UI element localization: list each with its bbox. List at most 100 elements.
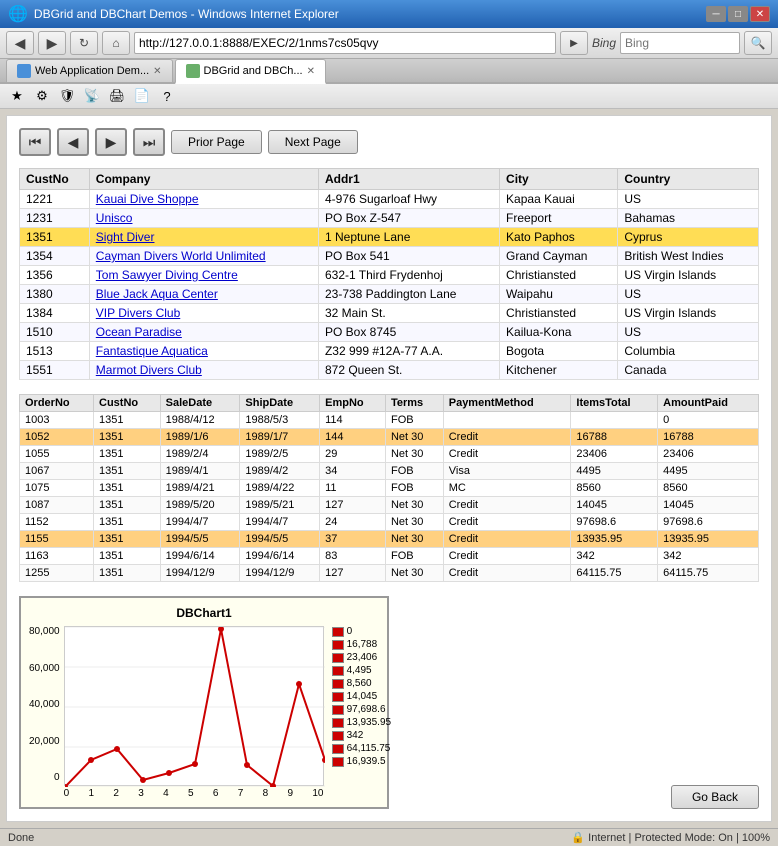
company-cell: Blue Jack Aqua Center (89, 285, 318, 304)
amountpaid-cell: 13935.95 (658, 531, 759, 548)
legend-item: 342 (332, 730, 392, 741)
x-label-4: 4 (163, 788, 169, 799)
go-back-button[interactable]: Go Back (671, 785, 759, 809)
city-cell: Kitchener (500, 361, 618, 380)
x-label-3: 3 (138, 788, 144, 799)
legend-item: 16,788 (332, 639, 392, 650)
company-link[interactable]: Unisco (96, 211, 133, 225)
addr1-cell: PO Box Z-547 (318, 209, 499, 228)
next-page-button-arrow[interactable]: ▶ (95, 128, 127, 156)
forward-button[interactable]: ▶ (38, 31, 66, 55)
orderno-cell: 1055 (20, 446, 94, 463)
order-row: 1152 1351 1994/4/7 1994/4/7 24 Net 30 Cr… (20, 514, 759, 531)
saledate-cell: 1989/4/1 (160, 463, 240, 480)
prev-page-button[interactable]: ◀ (57, 128, 89, 156)
city-cell: Christiansted (500, 304, 618, 323)
saledate-cell: 1988/4/12 (160, 412, 240, 429)
saledate-cell: 1994/12/9 (160, 565, 240, 582)
address-bar[interactable] (134, 32, 556, 54)
first-page-button[interactable]: ⏮ (19, 128, 51, 156)
company-link[interactable]: Kauai Dive Shoppe (96, 192, 199, 206)
company-link[interactable]: Sight Diver (96, 230, 155, 244)
legend-item: 14,045 (332, 691, 392, 702)
addr1-cell: 632-1 Third Frydenhoj (318, 266, 499, 285)
saledate-cell: 1989/2/4 (160, 446, 240, 463)
tab-close-dbgrid[interactable]: ✕ (307, 66, 315, 77)
search-button[interactable]: 🔍 (744, 31, 772, 55)
y-label-1: 60,000 (29, 663, 60, 674)
chart-point-10 (322, 757, 325, 763)
company-link[interactable]: Marmot Divers Club (96, 363, 202, 377)
customer-row: 1351 Sight Diver 1 Neptune Lane Kato Pap… (20, 228, 759, 247)
go-button[interactable]: ▶ (560, 31, 588, 55)
prior-page-button[interactable]: Prior Page (171, 130, 262, 154)
legend-value: 97,698.6 (347, 704, 386, 715)
col-country: Country (618, 169, 759, 190)
orders-table: OrderNo CustNo SaleDate ShipDate EmpNo T… (19, 394, 759, 582)
last-page-button[interactable]: ⏭ (133, 128, 165, 156)
minimize-button[interactable]: ─ (706, 6, 726, 22)
home-button[interactable]: ⌂ (102, 31, 130, 55)
custno-ord-cell: 1351 (94, 412, 161, 429)
close-button[interactable]: ✕ (750, 6, 770, 22)
custno-cell: 1231 (20, 209, 90, 228)
col-custno-ord: CustNo (94, 395, 161, 412)
shipdate-cell: 1989/2/5 (240, 446, 320, 463)
terms-cell: FOB (385, 463, 443, 480)
company-link[interactable]: Blue Jack Aqua Center (96, 287, 218, 301)
customer-row: 1221 Kauai Dive Shoppe 4-976 Sugarloaf H… (20, 190, 759, 209)
page-icon[interactable]: 📄 (131, 86, 153, 106)
rss-icon[interactable]: 📡 (81, 86, 103, 106)
legend-value: 64,115.75 (347, 743, 391, 754)
payment-cell: Credit (443, 514, 571, 531)
back-button[interactable]: ◀ (6, 31, 34, 55)
tools-icon[interactable]: ⚙ (31, 86, 53, 106)
help-icon[interactable]: ? (156, 86, 178, 106)
company-link[interactable]: VIP Divers Club (96, 306, 180, 320)
tab-close-web[interactable]: ✕ (153, 66, 161, 77)
amountpaid-cell: 64115.75 (658, 565, 759, 582)
chart-point-3 (140, 777, 146, 783)
company-link[interactable]: Ocean Paradise (96, 325, 182, 339)
orderno-cell: 1152 (20, 514, 94, 531)
saledate-cell: 1994/6/14 (160, 548, 240, 565)
legend-value: 8,560 (347, 678, 372, 689)
print-icon[interactable]: 🖨 (106, 86, 128, 106)
refresh-button[interactable]: ↻ (70, 31, 98, 55)
legend-value: 23,406 (347, 652, 378, 663)
itemstotal-cell: 23406 (571, 446, 658, 463)
tab-dbgrid[interactable]: DBGrid and DBCh... ✕ (175, 59, 326, 84)
addr1-cell: 4-976 Sugarloaf Hwy (318, 190, 499, 209)
col-custno: CustNo (20, 169, 90, 190)
terms-cell: Net 30 (385, 531, 443, 548)
y-axis: 80,000 60,000 40,000 20,000 0 (29, 626, 60, 799)
country-cell: British West Indies (618, 247, 759, 266)
saledate-cell: 1994/5/5 (160, 531, 240, 548)
company-cell: VIP Divers Club (89, 304, 318, 323)
legend-value: 4,495 (347, 665, 372, 676)
search-input[interactable] (620, 32, 740, 54)
country-cell: Bahamas (618, 209, 759, 228)
shipdate-cell: 1989/1/7 (240, 429, 320, 446)
legend-swatch (332, 757, 344, 767)
custno-cell: 1510 (20, 323, 90, 342)
title-bar: 🌐 DBGrid and DBChart Demos - Windows Int… (0, 0, 778, 28)
customer-row: 1231 Unisco PO Box Z-547 Freeport Bahama… (20, 209, 759, 228)
tab-web-application[interactable]: Web Application Dem... ✕ (6, 59, 173, 82)
safety-icon[interactable]: 🛡 (56, 86, 78, 106)
order-row: 1067 1351 1989/4/1 1989/4/2 34 FOB Visa … (20, 463, 759, 480)
company-link[interactable]: Tom Sawyer Diving Centre (96, 268, 238, 282)
saledate-cell: 1989/5/20 (160, 497, 240, 514)
shipdate-cell: 1989/4/2 (240, 463, 320, 480)
company-link[interactable]: Fantastique Aquatica (96, 344, 208, 358)
legend-swatch (332, 679, 344, 689)
legend-value: 14,045 (347, 691, 378, 702)
company-link[interactable]: Cayman Divers World Unlimited (96, 249, 266, 263)
col-empno: EmpNo (320, 395, 386, 412)
company-cell: Sight Diver (89, 228, 318, 247)
amountpaid-cell: 0 (658, 412, 759, 429)
maximize-button[interactable]: □ (728, 6, 748, 22)
next-page-button[interactable]: Next Page (268, 130, 358, 154)
favorites-icon[interactable]: ★ (6, 86, 28, 106)
chart-point-5 (192, 761, 198, 767)
